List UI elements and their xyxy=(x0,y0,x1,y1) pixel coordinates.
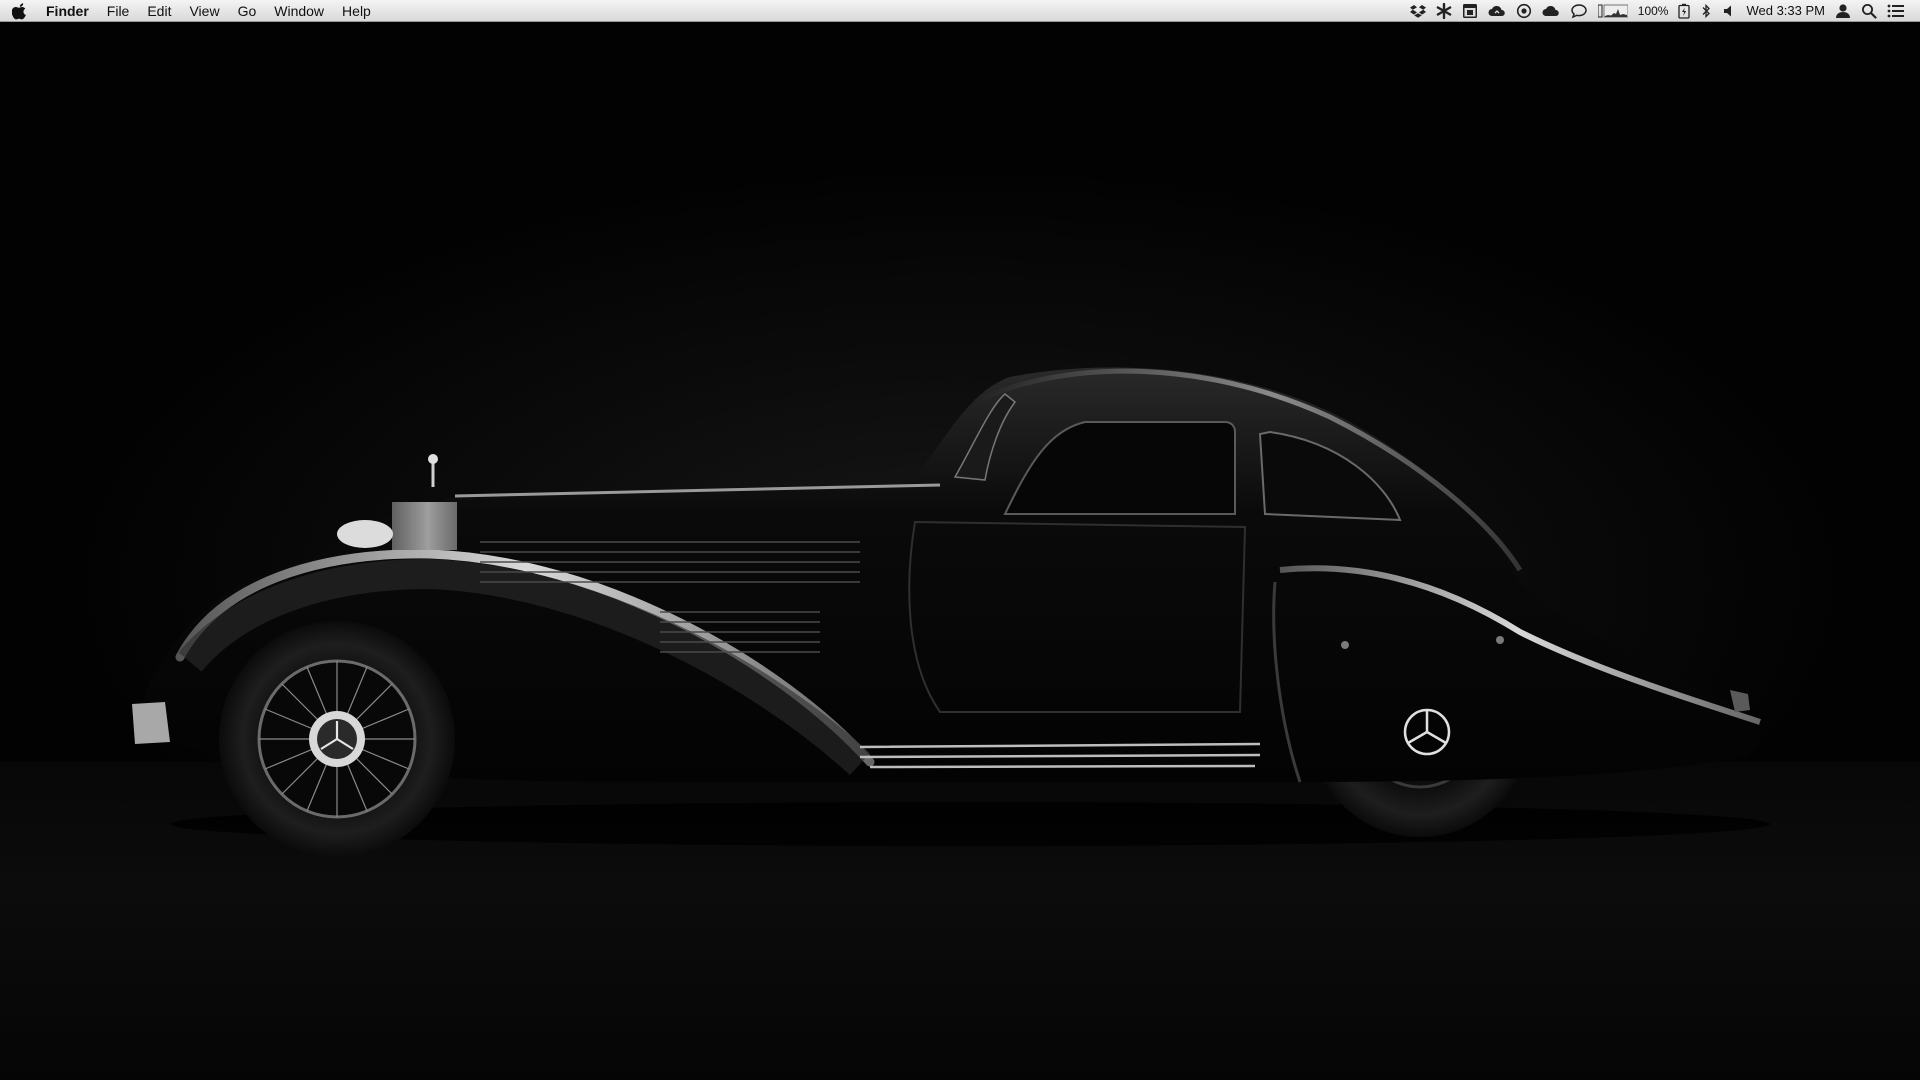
spotlight-search-icon[interactable] xyxy=(1856,0,1882,22)
radiator-grille xyxy=(337,454,457,550)
menu-bar: Finder File Edit View Go Window Help 100… xyxy=(0,0,1920,22)
menu-edit[interactable]: Edit xyxy=(138,0,180,22)
classic-coupe-image xyxy=(132,367,1770,857)
activity-graph-icon[interactable] xyxy=(1593,0,1633,22)
compass-icon[interactable] xyxy=(1511,0,1537,22)
cloud-sync-icon[interactable] xyxy=(1483,0,1511,22)
menu-bar-left: Finder File Edit View Go Window Help xyxy=(0,0,380,22)
menu-app-name[interactable]: Finder xyxy=(40,0,98,22)
notification-list-icon[interactable] xyxy=(1882,0,1910,22)
clock-text: Wed 3:33 PM xyxy=(1746,3,1825,18)
desktop-wallpaper xyxy=(0,22,1920,1080)
volume-icon[interactable] xyxy=(1717,0,1741,22)
asterisk-icon[interactable] xyxy=(1431,0,1457,22)
menu-file[interactable]: File xyxy=(98,0,139,22)
menu-go[interactable]: Go xyxy=(229,0,266,22)
clock[interactable]: Wed 3:33 PM xyxy=(1741,0,1830,22)
cloud-icon[interactable] xyxy=(1537,0,1565,22)
user-icon[interactable] xyxy=(1830,0,1856,22)
front-bumper xyxy=(132,702,170,744)
apple-logo-icon[interactable] xyxy=(0,0,40,22)
menu-help[interactable]: Help xyxy=(333,0,380,22)
battery-percent-text: 100% xyxy=(1637,3,1669,18)
battery-percent[interactable]: 100% xyxy=(1633,0,1674,22)
front-wheel xyxy=(219,621,455,857)
chat-bubble-icon[interactable] xyxy=(1565,0,1593,22)
menu-window[interactable]: Window xyxy=(265,0,333,22)
battery-icon[interactable] xyxy=(1673,0,1695,22)
bluetooth-icon[interactable] xyxy=(1695,0,1717,22)
dropbox-icon[interactable] xyxy=(1405,0,1431,22)
status-menus: 100% Wed 3:33 PM xyxy=(1405,0,1920,22)
calendar-icon[interactable] xyxy=(1457,0,1483,22)
menu-view[interactable]: View xyxy=(180,0,228,22)
